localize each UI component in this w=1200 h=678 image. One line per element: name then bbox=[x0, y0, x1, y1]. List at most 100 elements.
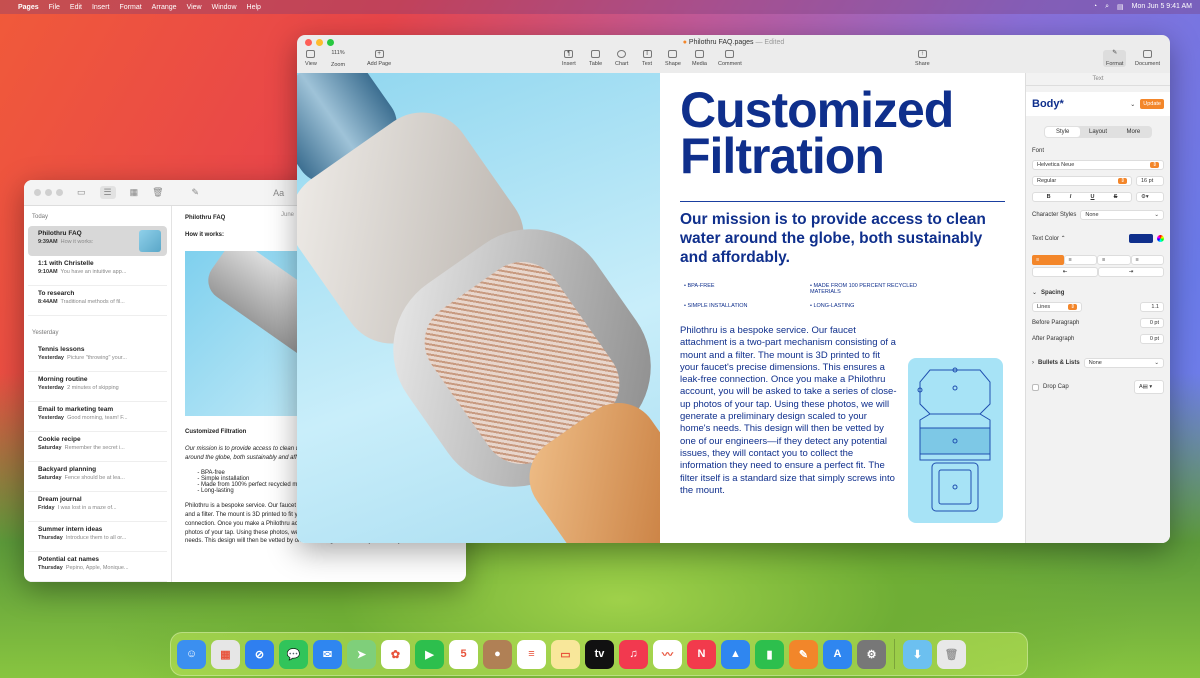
comment-button[interactable]: Comment bbox=[718, 50, 742, 67]
note-list-item[interactable]: Morning routine Yesterday 2 minutes of sk… bbox=[28, 372, 167, 402]
menu-window[interactable]: Window bbox=[212, 4, 237, 11]
chart-button[interactable]: Chart bbox=[615, 50, 628, 67]
dock-notes-icon[interactable]: ▭ bbox=[551, 639, 580, 669]
document-button[interactable]: Document bbox=[1135, 50, 1160, 67]
gallery-view-icon[interactable]: ▦ bbox=[130, 187, 139, 198]
disclosure-icon[interactable]: ⌄ bbox=[1032, 289, 1037, 296]
italic-button[interactable]: I bbox=[1070, 194, 1072, 200]
underline-button[interactable]: U bbox=[1091, 194, 1095, 200]
menu-app-name[interactable]: Pages bbox=[18, 4, 39, 11]
dock-freeform-icon[interactable]: 〰 bbox=[653, 639, 682, 669]
dock-maps-icon[interactable]: ➤ bbox=[347, 639, 376, 669]
dock-tv-icon[interactable]: tv bbox=[585, 639, 614, 669]
table-button[interactable]: Table bbox=[589, 50, 602, 67]
format-icon[interactable]: Aa bbox=[273, 188, 284, 198]
menu-edit[interactable]: Edit bbox=[70, 4, 82, 11]
zoom-button[interactable]: 111% Zoom bbox=[331, 50, 345, 68]
font-family-select[interactable]: Helvetica Neue ⇕ bbox=[1032, 160, 1164, 170]
document-page[interactable]: Customized Filtration Our mission is to p… bbox=[660, 73, 1025, 543]
insert-button[interactable]: ¶ Insert bbox=[562, 50, 576, 67]
before-paragraph-field[interactable]: 0 pt bbox=[1140, 318, 1164, 328]
bullets-select[interactable]: None ⌄ bbox=[1083, 358, 1164, 368]
dock-trash-icon[interactable]: 🗑 bbox=[937, 639, 966, 669]
dock-numbers-icon[interactable]: ▮ bbox=[755, 639, 784, 669]
tab-style[interactable]: Style bbox=[1045, 127, 1081, 137]
line-spacing-select[interactable]: Lines ⇕ bbox=[1032, 302, 1082, 312]
dock-app-store-icon[interactable]: A bbox=[823, 639, 852, 669]
dock-finder-icon[interactable]: ☺ bbox=[177, 639, 206, 669]
strikethrough-button[interactable]: S bbox=[1114, 194, 1118, 200]
decrease-indent-button[interactable]: ⇤ bbox=[1032, 267, 1098, 277]
note-list-item[interactable]: To research 8:44AM Traditional methods of… bbox=[28, 286, 167, 316]
dock-reminders-icon[interactable]: ≡ bbox=[517, 639, 546, 669]
dock-system-settings-icon[interactable]: ⚙ bbox=[857, 639, 886, 669]
align-right-button[interactable]: ≡ bbox=[1097, 255, 1131, 265]
font-weight-select[interactable]: Regular ⇕ bbox=[1032, 176, 1132, 186]
view-button[interactable]: View bbox=[305, 50, 317, 67]
note-list-item[interactable]: 1:1 with Christelle 9:10AM You have an in… bbox=[28, 256, 167, 286]
text-options-icon[interactable]: ⚙▾ bbox=[1136, 192, 1164, 202]
dock-downloads-folder-icon[interactable]: ⬇ bbox=[903, 639, 932, 669]
dock-contacts-icon[interactable]: ● bbox=[483, 639, 512, 669]
dock-messages-icon[interactable]: 💬 bbox=[279, 639, 308, 669]
add-page-button[interactable]: + Add Page bbox=[367, 50, 391, 67]
dock-keynote-icon[interactable]: ▲ bbox=[721, 639, 750, 669]
text-color-swatch[interactable] bbox=[1129, 234, 1153, 243]
share-button[interactable]: ↑ Share bbox=[915, 50, 930, 67]
control-center-icon[interactable]: ▤ bbox=[1117, 3, 1124, 11]
menu-file[interactable]: File bbox=[49, 4, 60, 11]
bold-button[interactable]: B bbox=[1047, 194, 1051, 200]
drop-cap-checkbox[interactable] bbox=[1032, 383, 1039, 391]
dock-launchpad-icon[interactable]: ▦ bbox=[211, 639, 240, 669]
sidebar-toggle-icon[interactable]: ▭ bbox=[77, 187, 86, 198]
color-wheel-icon[interactable] bbox=[1157, 235, 1164, 242]
menu-format[interactable]: Format bbox=[119, 4, 141, 11]
list-view-icon[interactable]: ☰ bbox=[99, 186, 116, 199]
line-spacing-field[interactable]: 1.1 bbox=[1140, 302, 1164, 312]
update-button[interactable]: Update bbox=[1140, 99, 1164, 109]
justify-button[interactable]: ≡ bbox=[1130, 255, 1164, 265]
character-styles-select[interactable]: None ⌄ bbox=[1080, 210, 1164, 220]
menu-help[interactable]: Help bbox=[247, 4, 261, 11]
menu-insert[interactable]: Insert bbox=[92, 4, 110, 11]
format-button[interactable]: ✎ Format bbox=[1103, 50, 1127, 67]
dock-calendar-icon[interactable]: 5 bbox=[449, 639, 478, 669]
note-list-item[interactable]: Tennis lessons Yesterday Picture "throwin… bbox=[28, 342, 167, 372]
note-list-item[interactable]: Philothru FAQ 9:39AM How it works: bbox=[28, 226, 167, 256]
dock-photos-icon[interactable]: ✿ bbox=[381, 639, 410, 669]
spotlight-icon[interactable]: ⌕ bbox=[1105, 3, 1109, 11]
dock-music-icon[interactable]: ♫ bbox=[619, 639, 648, 669]
dock-facetime-icon[interactable]: ▶ bbox=[415, 639, 444, 669]
align-left-button[interactable]: ≡ bbox=[1032, 255, 1064, 265]
menu-view[interactable]: View bbox=[187, 4, 202, 11]
shape-button[interactable]: Shape bbox=[665, 50, 681, 67]
chevron-down-icon[interactable]: ⌄ bbox=[1130, 101, 1135, 108]
disclosure-icon[interactable]: › bbox=[1032, 360, 1034, 366]
font-size-field[interactable]: 16 pt bbox=[1136, 176, 1164, 186]
note-list-item[interactable]: Email to marketing team Yesterday Good mo… bbox=[28, 402, 167, 432]
note-list-item[interactable]: Dream journal Friday I was lost in a maze… bbox=[28, 492, 167, 522]
menu-arrange[interactable]: Arrange bbox=[152, 4, 177, 11]
note-list-item[interactable]: Summer intern ideas Thursday Introduce th… bbox=[28, 522, 167, 552]
tab-layout[interactable]: Layout bbox=[1080, 127, 1115, 137]
media-button[interactable]: Media bbox=[692, 50, 707, 67]
drop-cap-style-select[interactable]: A▤ ▾ bbox=[1134, 380, 1164, 394]
align-center-button[interactable]: ≡ bbox=[1063, 255, 1097, 265]
dock-pages-icon[interactable]: ✎ bbox=[789, 639, 818, 669]
window-controls[interactable] bbox=[34, 189, 63, 196]
after-paragraph-field[interactable]: 0 pt bbox=[1140, 334, 1164, 344]
document-canvas[interactable]: Customized Filtration Our mission is to p… bbox=[297, 73, 1025, 543]
dock-news-icon[interactable]: N bbox=[687, 639, 716, 669]
compose-icon[interactable]: ✎ bbox=[192, 187, 200, 198]
dock-mail-icon[interactable]: ✉ bbox=[313, 639, 342, 669]
note-list-item[interactable]: Cookie recipe Saturday Remember the secre… bbox=[28, 432, 167, 462]
increase-indent-button[interactable]: ⇥ bbox=[1098, 267, 1164, 277]
paragraph-style[interactable]: Body* bbox=[1032, 98, 1064, 110]
note-list-item[interactable]: Potential cat names Thursday Pepino, Appl… bbox=[28, 552, 167, 582]
text-button[interactable]: T Text bbox=[642, 50, 652, 67]
clock[interactable]: Mon Jun 5 9:41 AM bbox=[1132, 3, 1192, 11]
tab-more[interactable]: More bbox=[1116, 127, 1151, 137]
dock-safari-icon[interactable]: ⊘ bbox=[245, 639, 274, 669]
note-list-item[interactable]: Backyard planning Saturday Fence should b… bbox=[28, 462, 167, 492]
wifi-icon[interactable]: ◔ bbox=[1093, 3, 1097, 11]
